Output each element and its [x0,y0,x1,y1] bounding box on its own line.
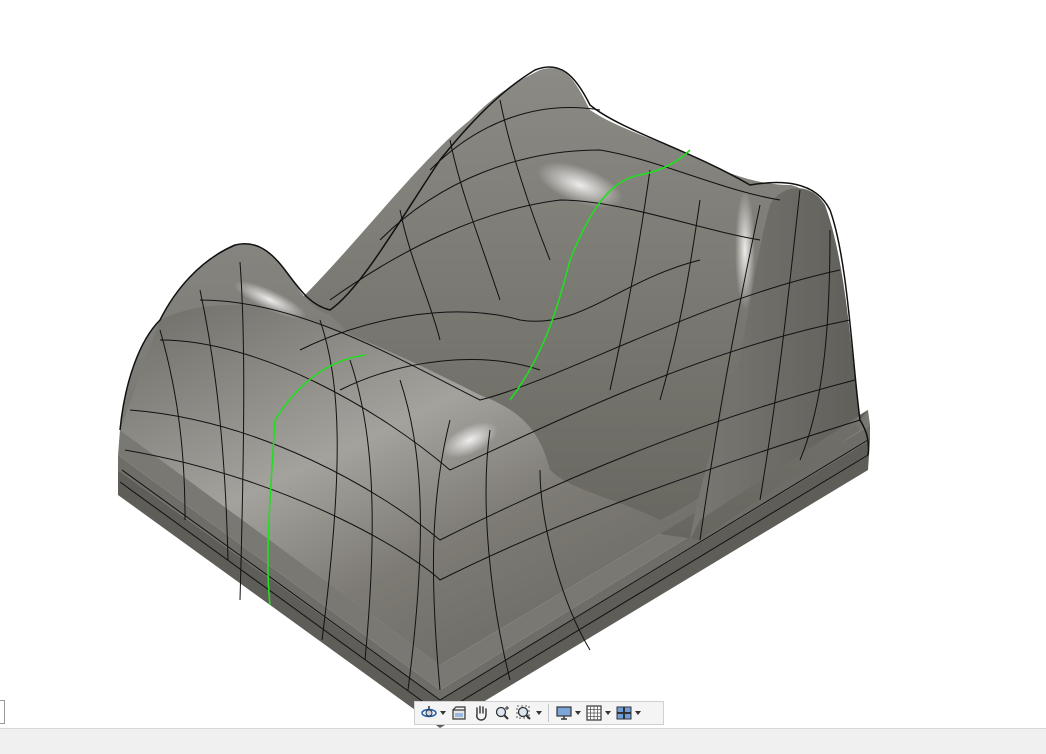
chevron-down-icon [635,711,641,715]
look-at-button[interactable] [448,702,470,724]
canvas-viewport[interactable] [0,0,1046,728]
orbit-icon [421,706,437,718]
viewports-button[interactable] [613,702,643,724]
look-at-icon [452,706,466,720]
toolbar-separator [548,704,549,722]
navigation-bar [414,701,664,725]
zoom-icon [495,706,509,720]
grid-snaps-button[interactable] [583,702,613,724]
grid-icon [586,705,602,721]
viewports-icon [616,706,632,720]
status-bar [0,728,1046,754]
zoom-button[interactable] [492,702,514,724]
hand-pan-icon [476,705,487,721]
panel-handle[interactable] [0,700,5,724]
zoom-fit-icon [516,705,531,720]
chevron-down-icon [536,711,542,715]
chevron-down-icon [605,711,611,715]
monitor-icon [556,706,572,720]
fit-button[interactable] [514,702,544,724]
orbit-button[interactable] [418,702,448,724]
chevron-down-icon [575,711,581,715]
chevron-down-icon [440,711,446,715]
display-settings-button[interactable] [553,702,583,724]
pan-button[interactable] [470,702,492,724]
3d-model[interactable] [0,0,1046,728]
